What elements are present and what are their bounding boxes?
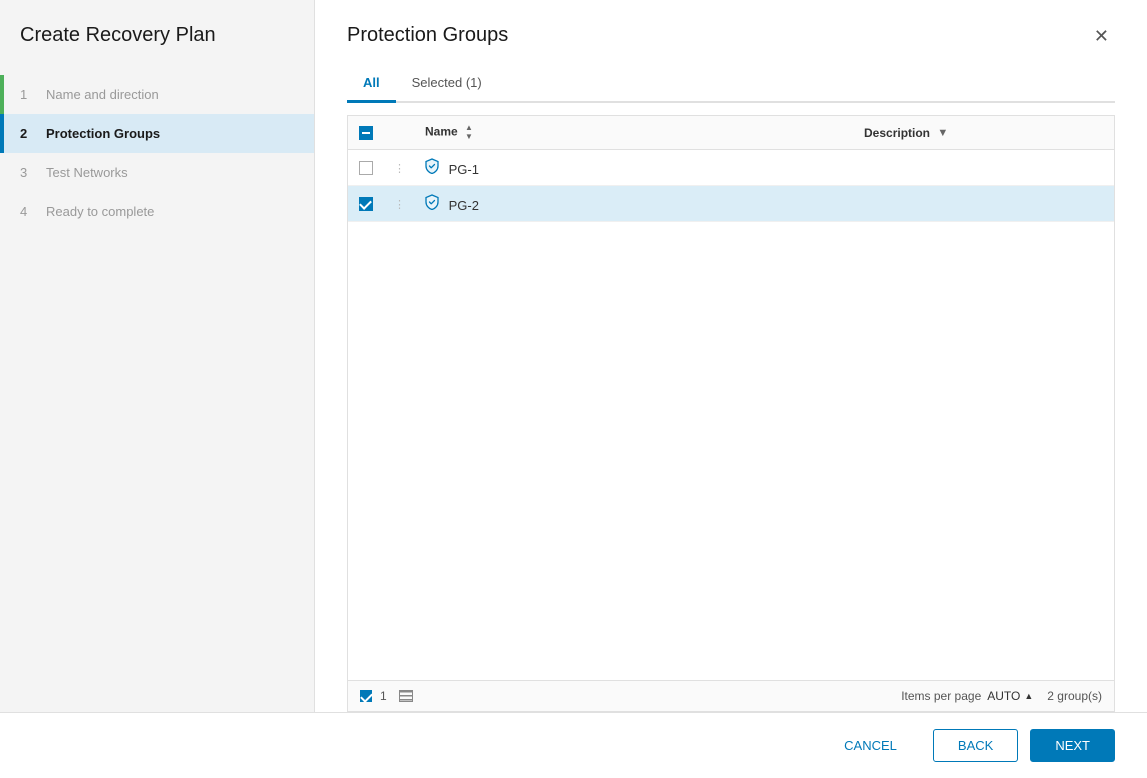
- footer-checked-icon: [360, 690, 372, 702]
- next-button[interactable]: NEXT: [1030, 729, 1115, 762]
- table-header-drag: [384, 116, 415, 150]
- select-all-checkbox[interactable]: [359, 126, 373, 140]
- row-pg1-checkbox[interactable]: [359, 161, 373, 175]
- sidebar-step-2: 2 Protection Groups: [0, 114, 314, 153]
- pg1-shield-icon: [425, 158, 439, 174]
- items-per-page-label: Items per page: [901, 689, 981, 703]
- sidebar-title: Create Recovery Plan: [0, 24, 314, 75]
- name-sort-icons[interactable]: ▲ ▼: [465, 124, 473, 141]
- step-num-4: 4: [20, 204, 36, 219]
- row-pg1-check-cell[interactable]: [348, 150, 384, 186]
- cancel-button[interactable]: CANCEL: [820, 730, 921, 761]
- main-title: Protection Groups: [347, 24, 508, 47]
- sidebar-step-1: 1 Name and direction: [0, 75, 314, 114]
- items-per-page-value: AUTO: [987, 689, 1020, 703]
- row-pg1-description: [854, 150, 1114, 186]
- main-header: Protection Groups ✕: [347, 24, 1115, 47]
- total-groups-label: 2 group(s): [1047, 689, 1102, 703]
- sidebar-step-label-1: Name and direction: [46, 87, 159, 102]
- description-filter-icon[interactable]: ▼: [937, 127, 948, 139]
- row-pg2-name: PG-2: [415, 186, 854, 222]
- sort-down-icon[interactable]: ▼: [465, 133, 473, 141]
- tab-selected[interactable]: Selected (1): [396, 67, 498, 103]
- table-row: ⋮ PG-2: [348, 186, 1114, 222]
- drag-handle-icon: ⋮: [394, 163, 405, 175]
- items-per-page-chevron[interactable]: ▲: [1024, 691, 1033, 701]
- row-pg2-description: [854, 186, 1114, 222]
- table-header-description[interactable]: Description ▼: [854, 116, 1114, 150]
- create-recovery-plan-dialog: Create Recovery Plan 1 Name and directio…: [0, 0, 1147, 778]
- items-per-page-select[interactable]: AUTO ▲: [987, 689, 1033, 703]
- sidebar-step-label-3: Test Networks: [46, 165, 128, 180]
- protection-groups-table: Name ▲ ▼ Description ▼: [347, 115, 1115, 681]
- footer-selected-count: 1: [380, 689, 387, 703]
- table-footer-left: 1: [360, 689, 901, 703]
- tabs-container: All Selected (1): [347, 67, 1115, 103]
- table-header-name[interactable]: Name ▲ ▼: [415, 116, 854, 150]
- step-num-3: 3: [20, 165, 36, 180]
- dialog-footer: CANCEL BACK NEXT: [0, 712, 1147, 778]
- row-pg1-name: PG-1: [415, 150, 854, 186]
- drag-handle-icon: ⋮: [394, 199, 405, 211]
- table-header-row: Name ▲ ▼ Description ▼: [348, 116, 1114, 150]
- row-pg1-drag: ⋮: [384, 150, 415, 186]
- table-footer-right: Items per page AUTO ▲ 2 group(s): [901, 689, 1102, 703]
- tab-all[interactable]: All: [347, 67, 396, 103]
- row-pg2-drag: ⋮: [384, 186, 415, 222]
- row-pg2-checkbox[interactable]: [359, 197, 373, 211]
- row-pg2-check-cell[interactable]: [348, 186, 384, 222]
- sidebar-step-4: 4 Ready to complete: [0, 192, 314, 231]
- table-header-check[interactable]: [348, 116, 384, 150]
- sort-up-icon[interactable]: ▲: [465, 124, 473, 132]
- sidebar-steps: 1 Name and direction 2 Protection Groups…: [0, 75, 314, 231]
- close-button[interactable]: ✕: [1088, 25, 1115, 47]
- footer-grid-icon: [399, 690, 413, 702]
- sidebar: Create Recovery Plan 1 Name and directio…: [0, 0, 315, 712]
- sidebar-step-3: 3 Test Networks: [0, 153, 314, 192]
- sidebar-step-label-2: Protection Groups: [46, 126, 160, 141]
- table-footer: 1 Items per page AUTO ▲ 2 group(s): [347, 681, 1115, 712]
- main-content: Protection Groups ✕ All Selected (1): [315, 0, 1147, 712]
- table-row: ⋮ PG-1: [348, 150, 1114, 186]
- step-num-2: 2: [20, 126, 36, 141]
- pg2-shield-icon: [425, 194, 439, 210]
- table-body: ⋮ PG-1: [348, 150, 1114, 222]
- step-num-1: 1: [20, 87, 36, 102]
- back-button[interactable]: BACK: [933, 729, 1018, 762]
- sidebar-step-label-4: Ready to complete: [46, 204, 154, 219]
